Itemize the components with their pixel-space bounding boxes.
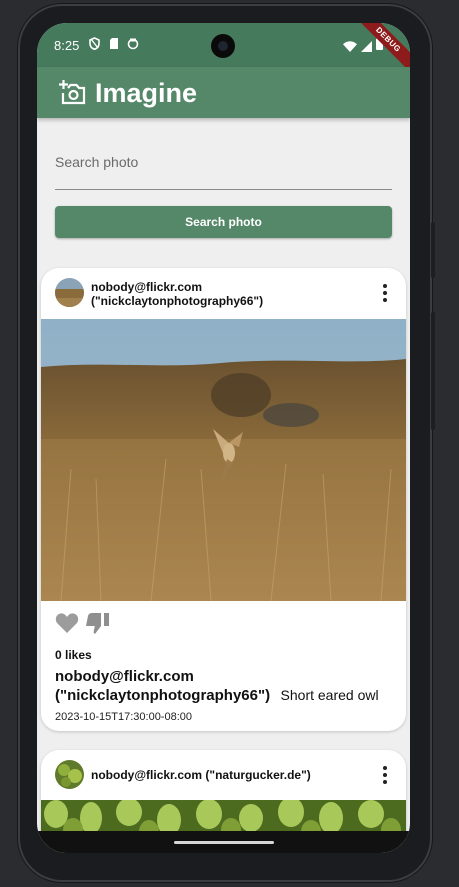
thumb-down-icon[interactable]: [85, 612, 111, 641]
more-vert-icon[interactable]: [378, 283, 392, 303]
post-date: 2023-10-15T17:30:00-08:00: [55, 711, 192, 723]
search-photo-button[interactable]: Search photo: [55, 206, 392, 238]
add-photo-icon: [59, 79, 87, 110]
likes-count: 0 likes: [55, 648, 92, 662]
wifi-icon: [343, 39, 357, 57]
search-input[interactable]: [55, 145, 392, 170]
status-bar: 8:25 DEBUG: [37, 23, 410, 79]
post-author[interactable]: nobody@flickr.com ("naturgucker.de"): [91, 768, 311, 782]
system-nav-bar: [37, 831, 410, 853]
home-gesture-pill[interactable]: [174, 841, 274, 844]
status-time: 8:25: [54, 38, 80, 53]
phone-screen: 8:25 DEBUG Imagine Search photo Search p…: [37, 23, 410, 853]
more-vert-icon[interactable]: [378, 765, 392, 785]
avatar[interactable]: [55, 278, 84, 307]
caption-author-name: ("nickclaytonphotography66"): [55, 687, 271, 704]
app-bar: Imagine: [37, 67, 410, 118]
post-card: nobody@flickr.com ("nickclaytonphotograp…: [41, 268, 406, 731]
post-author-email: nobody@flickr.com: [91, 280, 203, 294]
front-camera: [211, 34, 235, 58]
post-author[interactable]: nobody@flickr.com ("nickclaytonphotograp…: [91, 280, 263, 308]
sd-card-icon: [109, 37, 119, 55]
post-author-email: nobody@flickr.com ("naturgucker.de"): [91, 768, 311, 782]
post-caption: nobody@flickr.com ("nickclaytonphotograp…: [55, 667, 395, 705]
power-button: [431, 222, 435, 278]
caption-author-email: nobody@flickr.com: [55, 668, 194, 685]
volume-button: [431, 312, 435, 430]
avatar[interactable]: [55, 760, 84, 789]
post-photo[interactable]: [41, 319, 406, 602]
caption-title: Short eared owl: [280, 687, 379, 703]
heart-icon[interactable]: [55, 612, 79, 639]
signal-icon: [361, 39, 372, 57]
notification-icon: [127, 37, 139, 55]
search-field[interactable]: [55, 145, 392, 190]
app-title: Imagine: [95, 78, 198, 108]
shield-icon: [89, 37, 100, 55]
post-author-name: ("nickclaytonphotography66"): [91, 294, 264, 308]
